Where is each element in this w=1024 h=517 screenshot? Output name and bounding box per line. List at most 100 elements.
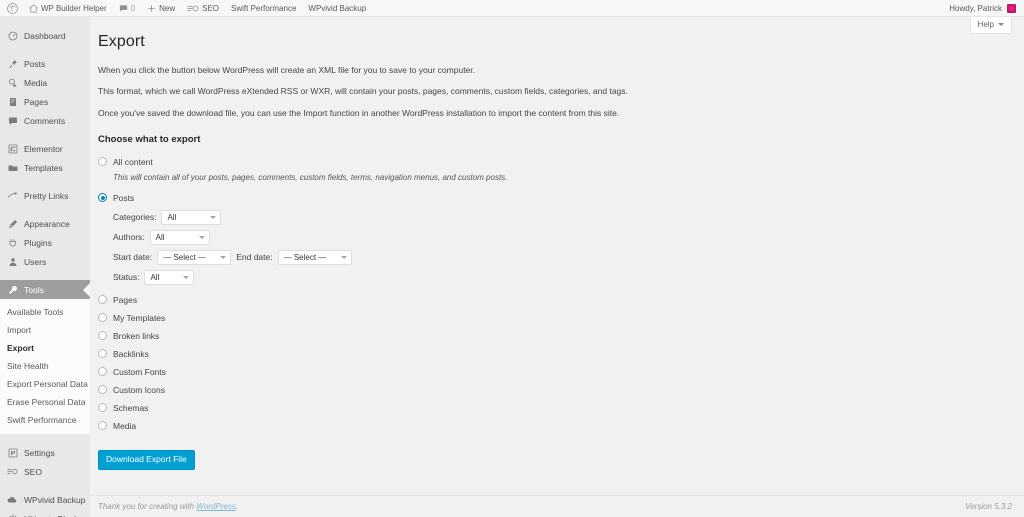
wordpress-logo-button[interactable] — [0, 0, 23, 17]
select-status[interactable]: All — [144, 269, 195, 285]
download-export-file-button[interactable]: Download Export File — [98, 450, 195, 470]
radio-option-posts[interactable]: Posts — [98, 191, 1014, 204]
intro-paragraph-2: This format, which we call WordPress eXt… — [98, 86, 628, 97]
sidebar-item-posts[interactable]: Posts — [0, 54, 90, 73]
sidebar-item-pretty-links[interactable]: Pretty Links — [0, 186, 90, 205]
footer-thanks-prefix: Thank you for creating with — [98, 502, 197, 511]
media-icon — [7, 77, 18, 88]
radio-custom-fonts[interactable] — [98, 367, 107, 377]
radio-label-custom-fonts: Custom Fonts — [113, 366, 166, 377]
radio-label-posts: Posts — [113, 192, 135, 203]
new-content-label: New — [159, 3, 176, 13]
submenu-item-erase-personal-data[interactable]: Erase Personal Data — [0, 393, 90, 411]
sidebar-item-appearance[interactable]: Appearance — [0, 214, 90, 233]
sidebar-item-elementor[interactable]: Elementor — [0, 139, 90, 158]
avatar — [1007, 3, 1016, 13]
footer-thanks: Thank you for creating with WordPress. — [98, 502, 238, 511]
sidebar-item-plugins[interactable]: Plugins — [0, 233, 90, 252]
radio-pages[interactable] — [98, 295, 107, 305]
home-icon — [29, 3, 38, 13]
radio-posts[interactable] — [98, 193, 107, 203]
radio-label-custom-icons: Custom Icons — [113, 384, 165, 395]
page-icon — [7, 96, 18, 107]
account-menu-button[interactable]: Howdy, Patrick — [943, 0, 1024, 17]
radio-label-all-content: All content — [113, 156, 153, 167]
adminbar-swift-performance-button[interactable]: Swift Performance — [225, 0, 302, 17]
comments-count: 0 — [130, 3, 136, 13]
radio-option-pages[interactable]: Pages — [98, 293, 1014, 306]
sidebar-item-wpvivid-backup[interactable]: WPvivid Backup — [0, 490, 90, 509]
chevron-down-icon — [210, 215, 217, 219]
radio-media[interactable] — [98, 421, 107, 431]
plug-icon — [7, 237, 18, 248]
sidebar-item-users[interactable]: Users — [0, 252, 90, 271]
menu-separator — [0, 205, 90, 214]
cloud-backup-icon — [7, 494, 18, 505]
comments-button[interactable]: 0 — [113, 0, 141, 17]
radio-my-templates[interactable] — [98, 313, 107, 323]
admin-bar: WP Builder Helper 0 New SEO Swift Perfor… — [0, 0, 1024, 17]
tools-icon — [7, 284, 18, 295]
adminbar-wpvivid-backup-button[interactable]: WPvivid Backup — [302, 0, 372, 17]
submenu-item-export[interactable]: Export — [0, 339, 90, 357]
wordpress-link[interactable]: WordPress — [196, 502, 236, 511]
radio-option-backlinks[interactable]: Backlinks — [98, 347, 1014, 360]
radio-option-schemas[interactable]: Schemas — [98, 401, 1014, 414]
sidebar-item-tools[interactable]: Tools — [0, 280, 90, 299]
sidebar-item-label: Ultimate Blocks — [24, 514, 83, 517]
intro-paragraph-1: When you click the button below WordPres… — [98, 65, 476, 75]
wordpress-logo-icon — [7, 2, 18, 14]
sidebar-item-label: Settings — [24, 447, 55, 458]
dashboard-icon — [7, 30, 18, 41]
radio-custom-icons[interactable] — [98, 385, 107, 395]
radio-option-custom-fonts[interactable]: Custom Fonts — [98, 365, 1014, 378]
sidebar-item-label: Elementor — [24, 143, 63, 154]
sidebar-item-ultimate-blocks[interactable]: Ultimate Blocks — [0, 509, 90, 517]
submenu-item-export-personal-data[interactable]: Export Personal Data — [0, 375, 90, 393]
sidebar-item-templates[interactable]: Templates — [0, 158, 90, 177]
radio-option-media[interactable]: Media — [98, 419, 1014, 432]
new-content-button[interactable]: New — [141, 0, 181, 17]
sidebar-item-label: Posts — [24, 58, 46, 69]
users-icon — [7, 256, 18, 267]
sidebar-item-dashboard[interactable]: Dashboard — [0, 26, 90, 45]
chevron-down-icon — [998, 23, 1004, 26]
plus-icon — [147, 4, 156, 13]
help-tab-button[interactable]: Help — [969, 17, 1012, 34]
select-end-date[interactable]: — Select — — [277, 249, 352, 265]
sidebar-item-pages[interactable]: Pages — [0, 92, 90, 111]
radio-option-custom-icons[interactable]: Custom Icons — [98, 383, 1014, 396]
select-end-date-value: — Select — — [283, 252, 327, 262]
site-name-button[interactable]: WP Builder Helper — [23, 0, 113, 17]
menu-separator — [0, 434, 90, 443]
radio-option-my-templates[interactable]: My Templates — [98, 311, 1014, 324]
footer-thanks-suffix: . — [235, 502, 239, 511]
sidebar-item-comments[interactable]: Comments — [0, 111, 90, 130]
radio-option-broken-links[interactable]: Broken links — [98, 329, 1014, 342]
menu-separator — [0, 45, 90, 54]
select-authors[interactable]: All — [149, 229, 210, 245]
sidebar-item-settings[interactable]: Settings — [0, 443, 90, 462]
radio-backlinks[interactable] — [98, 349, 107, 359]
adminbar-seo-label: SEO — [202, 3, 220, 13]
select-categories[interactable]: All — [161, 209, 222, 225]
sidebar-item-seo[interactable]: SEO — [0, 462, 90, 481]
submenu-item-import[interactable]: Import — [0, 321, 90, 339]
select-start-date[interactable]: — Select — — [157, 249, 232, 265]
radio-schemas[interactable] — [98, 403, 107, 413]
submenu-item-site-health[interactable]: Site Health — [0, 357, 90, 375]
sidebar-item-label: Templates — [24, 162, 63, 173]
sidebar-item-label: Media — [24, 77, 48, 88]
help-tab-label: Help — [977, 20, 994, 29]
submenu-item-swift-performance[interactable]: Swift Performance — [0, 411, 90, 429]
radio-all-content[interactable] — [98, 157, 107, 167]
submenu-item-available-tools[interactable]: Available Tools — [0, 303, 90, 321]
radio-broken-links[interactable] — [98, 331, 107, 341]
radio-option-all-content[interactable]: All content — [98, 155, 1014, 168]
section-title-choose-what-to-export: Choose what to export — [98, 134, 201, 146]
radio-label-my-templates: My Templates — [113, 312, 166, 323]
seo-icon — [187, 4, 199, 13]
sidebar-item-media[interactable]: Media — [0, 73, 90, 92]
adminbar-seo-button[interactable]: SEO — [181, 0, 225, 17]
menu-separator — [0, 271, 90, 280]
